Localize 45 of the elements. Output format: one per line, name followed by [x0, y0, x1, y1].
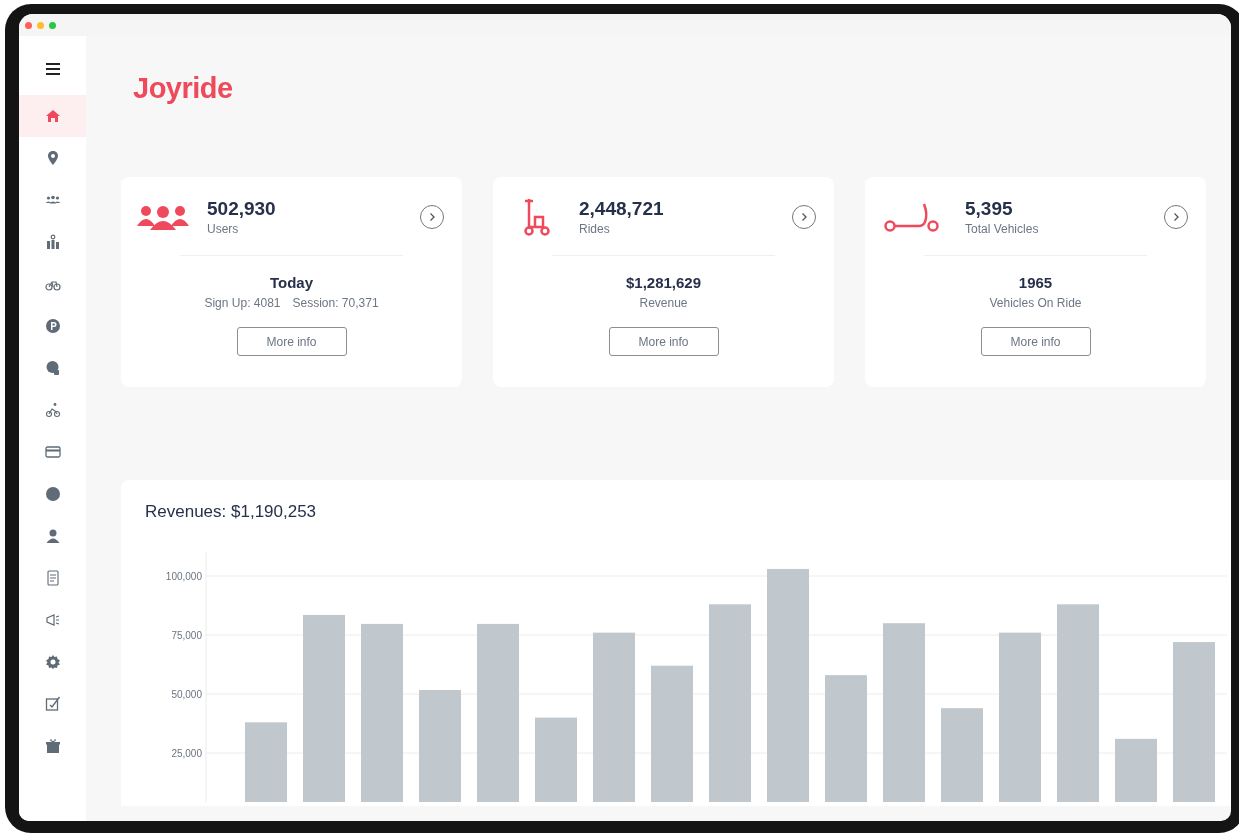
- detail-text: Sign Up: 4081: [204, 296, 281, 310]
- stat-value: 5,395: [965, 198, 1014, 220]
- today-title: $1,281,629: [625, 274, 702, 291]
- stat-value: 2,448,721: [579, 198, 665, 220]
- today-title: Today: [269, 274, 314, 291]
- person-map-icon: [44, 234, 61, 250]
- detail-text: Revenue: [639, 296, 688, 310]
- checklist-icon: [44, 696, 61, 712]
- y-axis-label: 75,000: [171, 629, 202, 641]
- cyclist-icon: [44, 402, 61, 418]
- arrow-button[interactable]: [1164, 205, 1188, 229]
- chevron-right-icon: [427, 212, 437, 222]
- credit-card-icon: [44, 444, 61, 460]
- window-control[interactable]: [25, 21, 32, 29]
- arrow-button[interactable]: [792, 205, 816, 229]
- stat-label: Users: [207, 222, 240, 236]
- chevron-right-icon: [799, 212, 809, 222]
- more-info-button[interactable]: More info: [236, 327, 347, 356]
- home-icon: [44, 108, 61, 124]
- megaphone-icon: [44, 612, 61, 628]
- revenue-bar: [1115, 738, 1157, 802]
- detail-text: Session: 70,371: [292, 296, 379, 310]
- users-icon: [137, 204, 189, 230]
- stat-label: Total Vehicles: [965, 222, 1040, 236]
- document-icon: [44, 570, 61, 586]
- detail-text: Vehicles On Ride: [989, 296, 1082, 310]
- window-control[interactable]: [49, 21, 56, 29]
- y-axis-label: 25,000: [171, 747, 202, 759]
- parking-icon: [44, 318, 61, 334]
- more-info-button[interactable]: More info: [980, 327, 1091, 356]
- arrow-button[interactable]: [420, 205, 444, 229]
- stat-label: Rides: [579, 222, 611, 236]
- user-icon: [44, 528, 61, 544]
- more-info-button[interactable]: More info: [608, 327, 719, 356]
- brand-logo: Joyride: [133, 72, 234, 105]
- settings-icon: [44, 654, 61, 670]
- chart-title: Revenues: $1,190,253: [144, 501, 318, 523]
- y-axis-label: 50,000: [171, 688, 202, 700]
- chevron-right-icon: [1171, 212, 1181, 222]
- stat-value: 502,930: [207, 198, 277, 220]
- y-axis-label: 100,000: [165, 570, 202, 582]
- gift-icon: [44, 738, 61, 754]
- menu-icon: [45, 63, 60, 75]
- today-title: 1965: [1018, 274, 1053, 291]
- sidebar-item[interactable]: [19, 95, 86, 137]
